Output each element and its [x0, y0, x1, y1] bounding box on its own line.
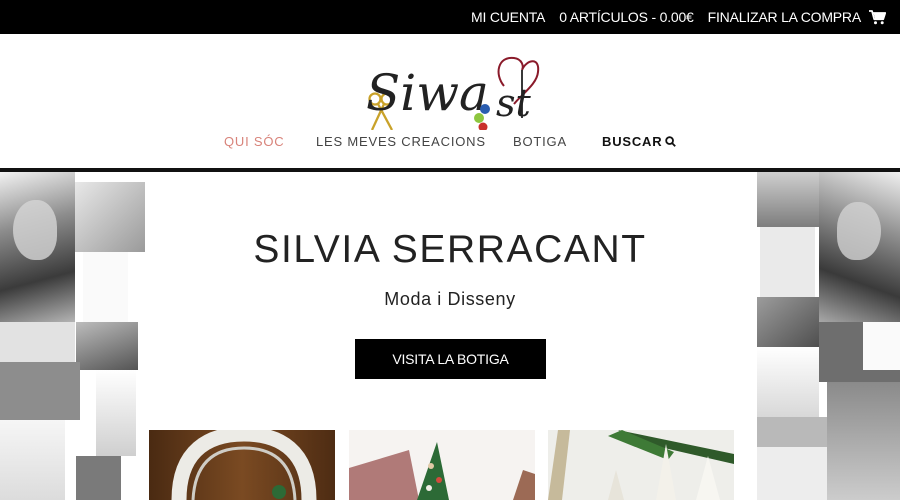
checkout-link[interactable]: FINALIZAR LA COMPRA [708, 9, 862, 25]
nav-search-link[interactable]: BUSCAR [602, 134, 677, 150]
logo-text-tail: st [496, 81, 532, 125]
hero-title: SILVIA SERRACANT [253, 228, 647, 271]
left-photo-collage [0, 172, 145, 500]
right-photo-collage [757, 172, 900, 500]
photo-tile [0, 362, 80, 420]
site-logo[interactable]: Siwa st [362, 42, 540, 132]
photo-tile [96, 370, 136, 456]
nav-item-qui-soc[interactable]: QUI SÓC [224, 134, 285, 149]
visit-shop-button[interactable]: VISITA LA BOTIGA [355, 339, 546, 379]
shopping-cart-icon[interactable] [869, 9, 886, 25]
nav-item-les-meves-creacions[interactable]: LES MEVES CREACIONS [316, 134, 486, 149]
hero-subtitle: Moda i Disseny [384, 289, 516, 309]
nav-search-label: BUSCAR [602, 134, 663, 149]
cart-summary-link[interactable]: 0 ARTÍCULOS - 0.00€ [559, 9, 694, 25]
photo-tile [76, 322, 138, 370]
photo-tile [757, 347, 819, 417]
search-icon [665, 135, 677, 150]
photo-tile [757, 172, 819, 227]
nav-item-botiga[interactable]: BOTIGA [513, 134, 567, 149]
logo-text: Siwa [366, 64, 489, 122]
photo-tile [757, 417, 827, 447]
product-thumbnail[interactable] [149, 430, 335, 500]
photo-tile [863, 322, 900, 370]
site-header: Siwa st QUI SÓC LES MEVES CREACIONS BOTI… [0, 34, 900, 170]
photo-tile [0, 322, 75, 362]
top-bar: MI CUENTA 0 ARTÍCULOS - 0.00€ FINALIZAR … [0, 0, 900, 34]
photo-tile [0, 420, 65, 500]
hero-section: SILVIA SERRACANT Moda i Disseny VISITA L… [0, 172, 900, 500]
product-thumbnail[interactable] [349, 430, 535, 500]
photo-tile [827, 382, 900, 500]
product-thumbnail[interactable] [548, 430, 734, 500]
my-account-link[interactable]: MI CUENTA [471, 9, 545, 25]
photo-tile [76, 456, 121, 500]
photo-tile [757, 447, 827, 500]
main-navigation: QUI SÓC LES MEVES CREACIONS BOTIGA BUSCA… [0, 134, 900, 154]
